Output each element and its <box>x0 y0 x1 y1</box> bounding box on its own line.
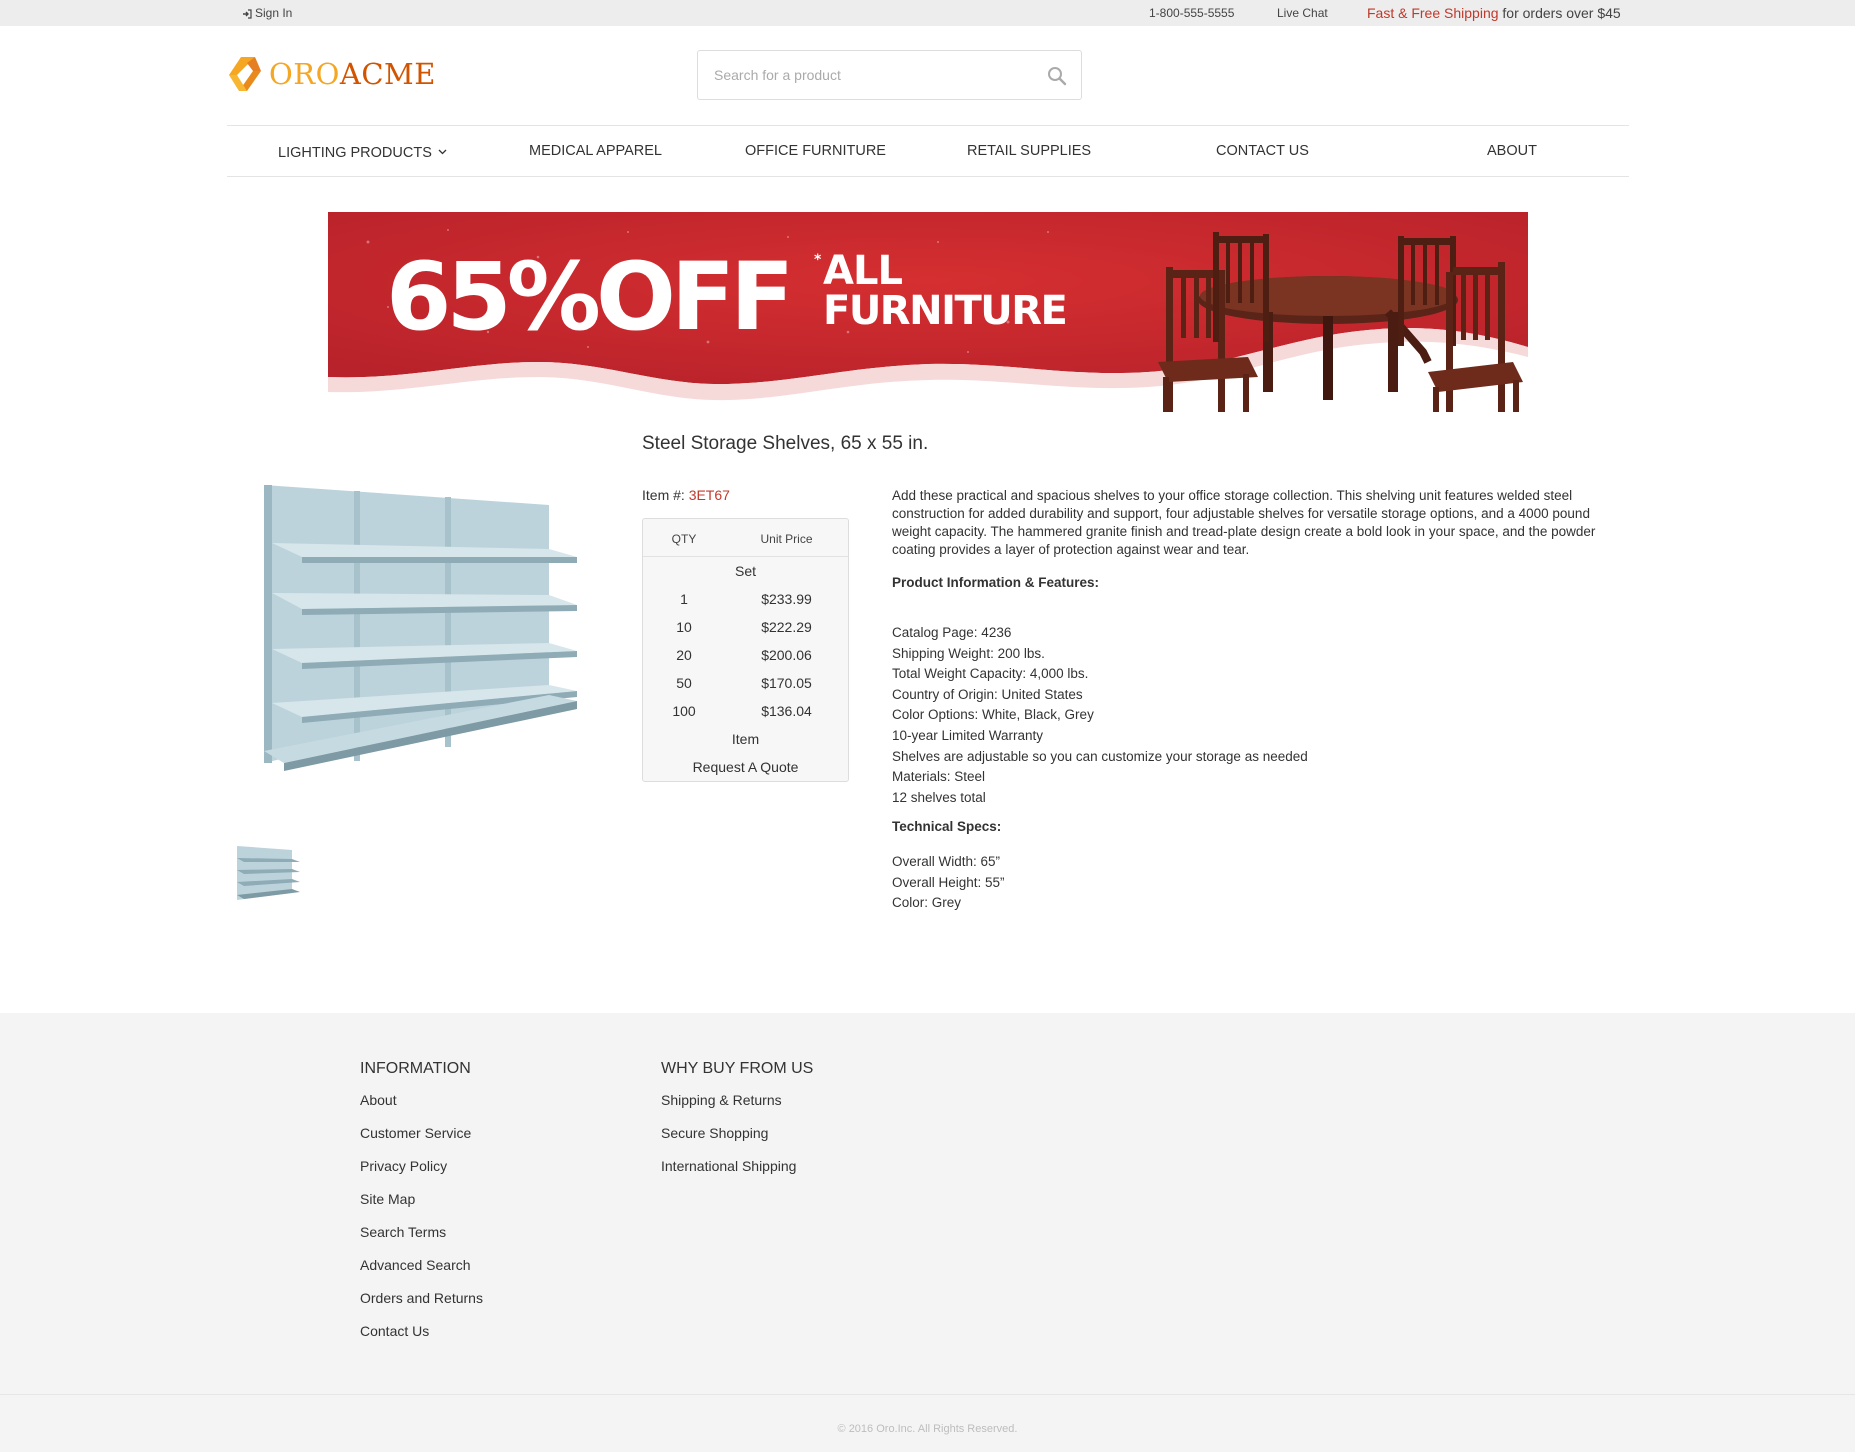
footer-why-buy-column: Why buy from us Shipping & Returns Secur… <box>661 1060 813 1191</box>
nav-item-label: Medical Apparel <box>529 143 662 159</box>
nav-item-label: About <box>1487 143 1537 159</box>
footer-link-shipping-returns[interactable]: Shipping & Returns <box>661 1092 813 1125</box>
nav-item-label: Office Furniture <box>745 143 886 159</box>
footer-column-title: Information <box>360 1060 471 1077</box>
search-icon[interactable] <box>1047 66 1067 86</box>
logo-mark-icon <box>227 55 263 93</box>
search-input[interactable] <box>714 63 1014 87</box>
nav-item-contact-us[interactable]: Contact Us <box>1216 143 1309 159</box>
product-description: Add these practical and spacious shelves… <box>892 487 1612 592</box>
price-row: 10 $222.29 <box>643 613 848 641</box>
feature-item: 12 shelves total <box>892 789 986 805</box>
price-row-qty: 50 <box>676 675 692 691</box>
nav-item-about[interactable]: About <box>1487 143 1537 159</box>
item-sku: 3ET67 <box>688 487 730 503</box>
chevron-down-icon <box>438 143 447 159</box>
footer-information-column: Information About Customer Service Priva… <box>360 1060 483 1356</box>
nav-item-lighting-products[interactable]: Lighting Products <box>278 143 447 161</box>
feature-item: Total Weight Capacity: 4,000 lbs. <box>892 666 1089 682</box>
feature-item: Materials: Steel <box>892 769 986 785</box>
shipping-promo-highlight[interactable]: Fast & Free Shipping <box>1367 5 1499 21</box>
footer-link-advanced-search[interactable]: Advanced Search <box>360 1257 483 1290</box>
site-logo[interactable]: OROACME <box>227 55 436 93</box>
logo-text-oro: ORO <box>269 56 340 91</box>
footer-link-search-terms[interactable]: Search Terms <box>360 1224 483 1257</box>
price-row: 1 $233.99 <box>643 585 848 613</box>
tech-spec-item: Color: Grey <box>892 895 962 911</box>
footer-divider <box>0 1394 1855 1395</box>
banner-headline: 65%OFF <box>386 243 789 352</box>
feature-item: Shipping Weight: 200 lbs. <box>892 645 1045 661</box>
price-row-price: $222.29 <box>761 619 812 635</box>
footer-link-international-shipping[interactable]: International Shipping <box>661 1158 813 1191</box>
banner-asterisk: * <box>814 252 822 268</box>
site-footer: Information About Customer Service Priva… <box>0 1013 1855 1452</box>
shipping-promo: Fast & Free Shipping for orders over $45 <box>1367 5 1621 21</box>
tech-spec-item: Overall Height: 55” <box>892 874 1005 890</box>
footer-link-customer-service[interactable]: Customer Service <box>360 1125 483 1158</box>
feature-item: Color Options: White, Black, Grey <box>892 707 1094 723</box>
feature-item: Country of Origin: United States <box>892 686 1083 702</box>
live-chat-link[interactable]: Live Chat <box>1277 6 1328 20</box>
price-row-qty: 20 <box>676 647 692 663</box>
sign-in-link[interactable]: Sign In <box>242 6 292 20</box>
phone-number: 1-800-555-5555 <box>1149 6 1235 20</box>
request-quote-link[interactable]: Request A Quote <box>643 753 848 781</box>
price-row-qty: 100 <box>672 703 696 719</box>
promo-banner[interactable]: 65%OFF * ALL FURNITURE <box>328 212 1528 412</box>
sign-in-label: Sign In <box>255 6 293 20</box>
price-row: 20 $200.06 <box>643 641 848 669</box>
shipping-promo-text: for orders over $45 <box>1498 5 1621 21</box>
feature-item: 10-year Limited Warranty <box>892 727 1044 743</box>
price-row: 100 $136.04 <box>643 697 848 725</box>
nav-item-label: Lighting Products <box>278 145 432 161</box>
price-table-header: QTY Unit Price <box>643 519 848 557</box>
price-table: QTY Unit Price Set 1 $233.99 10 $222.29 … <box>642 518 849 782</box>
price-row-price: $200.06 <box>761 647 812 663</box>
price-group-set: Set <box>734 563 756 579</box>
price-group-item: Item <box>731 731 760 747</box>
copyright: © 2016 Oro.Inc. All Rights Reserved. <box>837 1423 1018 1435</box>
product-title: Steel Storage Shelves, 65 x 55 in. <box>642 433 929 454</box>
footer-link-contact-us[interactable]: Contact Us <box>360 1323 483 1356</box>
price-row-qty: 1 <box>680 591 688 607</box>
price-row: 50 $170.05 <box>643 669 848 697</box>
product-image[interactable] <box>232 433 612 803</box>
product-thumbnail[interactable] <box>232 838 306 906</box>
tech-spec-item: Overall Width: 65” <box>892 854 1001 869</box>
footer-link-secure-shopping[interactable]: Secure Shopping <box>661 1125 813 1158</box>
footer-column-title: Why buy from us <box>661 1060 814 1077</box>
price-row-qty: 10 <box>676 619 692 635</box>
item-number-label: Item #: <box>642 487 689 503</box>
nav-item-office-furniture[interactable]: Office Furniture <box>745 143 886 159</box>
nav-item-label: Retail Supplies <box>967 143 1092 159</box>
feature-item: Shelves are adjustable so you can custom… <box>892 748 1308 764</box>
features-heading: Product Information & Features: <box>892 575 1100 590</box>
search-box <box>697 50 1082 100</box>
nav-item-medical-apparel[interactable]: Medical Apparel <box>529 143 662 159</box>
description-text: Add these practical and spacious shelves… <box>892 488 1596 557</box>
logo-text-acme: ACME <box>339 56 436 91</box>
feature-item: Catalog Page: 4236 <box>892 625 1012 640</box>
logo-text: OROACME <box>269 56 436 91</box>
nav-item-retail-supplies[interactable]: Retail Supplies <box>967 143 1091 159</box>
main-nav: Lighting Products Medical Apparel Office… <box>227 125 1629 177</box>
qty-column-header: QTY <box>671 532 697 546</box>
footer-link-privacy-policy[interactable]: Privacy Policy <box>360 1158 483 1191</box>
footer-link-site-map[interactable]: Site Map <box>360 1191 483 1224</box>
unit-price-column-header: Unit Price <box>760 532 813 546</box>
sign-in-icon <box>242 8 252 19</box>
item-number: Item #: 3ET67 <box>642 487 730 503</box>
tech-specs-heading: Technical Specs: <box>892 819 1002 834</box>
tech-specs-list: Overall Width: 65” Overall Height: 55” C… <box>892 852 1005 914</box>
price-row-price: $170.05 <box>761 675 812 691</box>
price-row-price: $136.04 <box>761 703 812 719</box>
nav-item-label: Contact Us <box>1216 143 1309 159</box>
footer-link-orders-returns[interactable]: Orders and Returns <box>360 1290 483 1323</box>
banner-line-2: FURNITURE <box>823 288 1066 334</box>
top-bar: Sign In 1-800-555-5555 Live Chat Fast & … <box>0 0 1855 26</box>
price-row-price: $233.99 <box>761 591 812 607</box>
features-list: Catalog Page: 4236 Shipping Weight: 200 … <box>892 623 1308 808</box>
footer-link-about[interactable]: About <box>360 1092 483 1125</box>
